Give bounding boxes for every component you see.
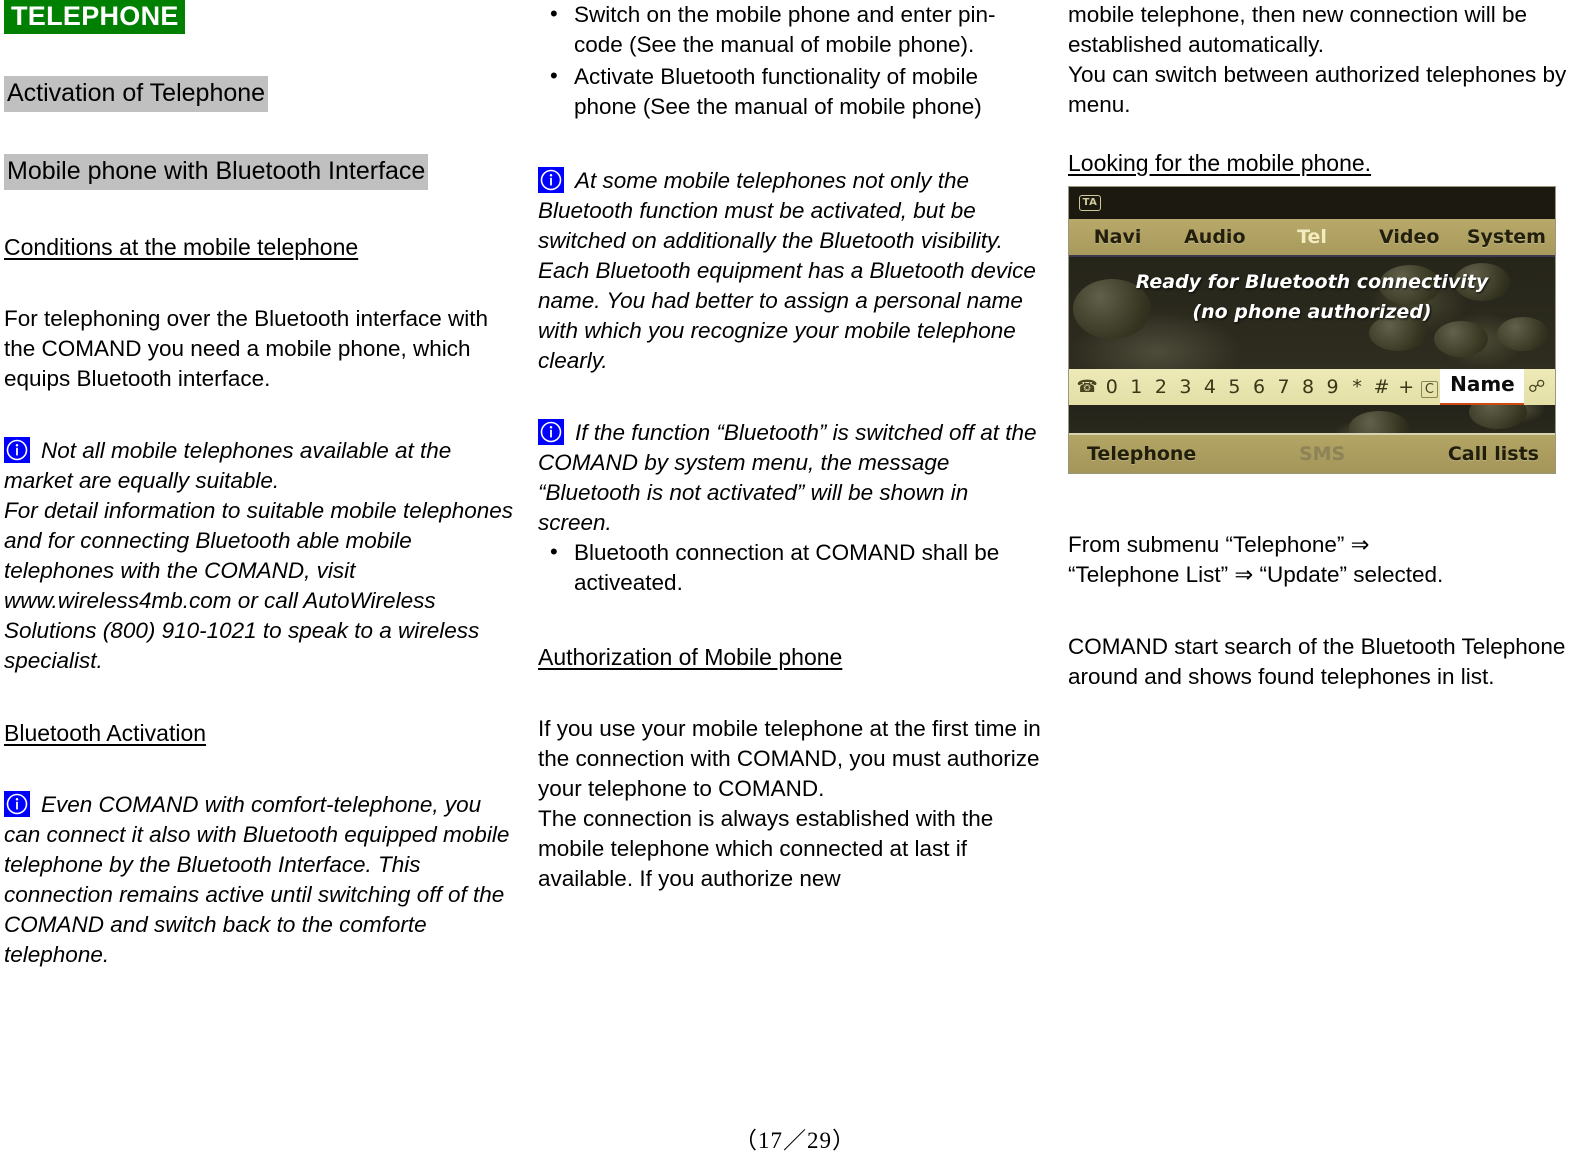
heading-conditions-at-the-mobile-telephone: Conditions at the mobile telephone xyxy=(4,234,359,260)
paragraph-continued-automatic: mobile telephone, then new connection wi… xyxy=(1068,2,1528,57)
decorative-knob xyxy=(1434,321,1488,357)
note-suitable-telephones: Not all mobile telephones available at t… xyxy=(4,436,514,496)
info-icon xyxy=(538,419,564,445)
paragraph-first-time-use: If you use your mobile telephone at the … xyxy=(538,716,1041,801)
keypad-clear-button[interactable]: C xyxy=(1418,376,1440,398)
keypad-clear-label: C xyxy=(1420,381,1438,398)
keypad-key-6[interactable]: 6 xyxy=(1247,376,1272,398)
keypad-key-1[interactable]: 1 xyxy=(1124,376,1149,398)
comand-screen-figure: TA Navi Audio Tel Video System Ready for… xyxy=(1068,186,1556,474)
left-column: TELEPHONE Activation of Telephone Mobile… xyxy=(0,0,530,970)
comand-bottom-item-call-lists[interactable]: Call lists xyxy=(1448,443,1539,465)
comand-menu-item-video[interactable]: Video xyxy=(1361,226,1458,248)
comand-menu-item-system[interactable]: System xyxy=(1458,226,1555,248)
heading-mobile-bt-wrapper: Mobile phone with Bluetooth Interface xyxy=(4,154,514,190)
keypad-key-2[interactable]: 2 xyxy=(1149,376,1174,398)
keypad-name-button[interactable]: Name xyxy=(1440,368,1525,406)
heading-conditions-wrapper: Conditions at the mobile telephone xyxy=(4,232,514,262)
comand-menu-item-navi[interactable]: Navi xyxy=(1069,226,1166,248)
call-icon[interactable]: ☍ xyxy=(1524,377,1549,397)
middle-column: Switch on the mobile phone and enter pin… xyxy=(530,0,1060,894)
document-page: TELEPHONE Activation of Telephone Mobile… xyxy=(0,0,1590,1159)
heading-looking-for-the-mobile-phone: Looking for the mobile phone. xyxy=(1068,150,1372,176)
comand-main-menu-bar: Navi Audio Tel Video System xyxy=(1069,219,1555,257)
info-icon xyxy=(4,437,30,463)
three-column-layout: TELEPHONE Activation of Telephone Mobile… xyxy=(0,0,1590,970)
note-suitable-text-1: Not all mobile telephones available at t… xyxy=(4,438,452,493)
keypad-key-star[interactable]: * xyxy=(1345,376,1370,398)
note-comfort-text: Even COMAND with comfort-telephone, you … xyxy=(4,792,510,967)
note-suitable-text-2: For detail information to suitable mobil… xyxy=(4,498,514,673)
comand-message-line-2: (no phone authorized) xyxy=(1192,301,1432,323)
list-item: Switch on the mobile phone and enter pin… xyxy=(538,0,1044,60)
comand-menu-item-audio[interactable]: Audio xyxy=(1166,226,1263,248)
ta-badge: TA xyxy=(1079,195,1101,211)
paragraph-switch-authorized: You can switch between authorized teleph… xyxy=(1068,62,1567,117)
comand-main-display-area: Ready for Bluetooth connectivity (no pho… xyxy=(1069,257,1555,369)
keypad-key-7[interactable]: 7 xyxy=(1271,376,1296,398)
paragraph-submenu-line-2: “Telephone List” ⇒ “Update” selected. xyxy=(1068,562,1444,587)
heading-bluetooth-activation: Bluetooth Activation xyxy=(4,720,207,746)
keypad-key-hash[interactable]: # xyxy=(1369,376,1394,398)
heading-mobile-phone-with-bluetooth-interface: Mobile phone with Bluetooth Interface xyxy=(4,154,429,190)
heading-looking-wrapper: Looking for the mobile phone. xyxy=(1068,148,1588,178)
heading-activation-of-telephone: Activation of Telephone xyxy=(4,76,269,112)
paragraph-requirements: For telephoning over the Bluetooth inter… xyxy=(4,306,489,391)
paragraph-connection-established: The connection is always established wit… xyxy=(538,806,994,891)
keypad-key-3[interactable]: 3 xyxy=(1173,376,1198,398)
paragraph-comand-search: COMAND start search of the Bluetooth Tel… xyxy=(1068,634,1566,689)
page-title: TELEPHONE xyxy=(4,0,185,34)
hangup-icon[interactable]: ☎ xyxy=(1075,377,1100,397)
bullet-list-bottom: Bluetooth connection at COMAND shall be … xyxy=(538,537,1044,598)
page-title-wrapper: TELEPHONE xyxy=(4,0,514,34)
keypad-key-5[interactable]: 5 xyxy=(1222,376,1247,398)
keypad-key-9[interactable]: 9 xyxy=(1320,376,1345,398)
page-number-footer: （17／29） xyxy=(734,1128,856,1153)
note-bluetooth-visibility: At some mobile telephones not only the B… xyxy=(538,166,1044,376)
comand-menu-item-tel[interactable]: Tel xyxy=(1263,226,1360,248)
note-bluetooth-switched-off-text: If the function “Bluetooth” is switched … xyxy=(538,420,1037,535)
heading-activation-wrapper: Activation of Telephone xyxy=(4,76,514,112)
comand-message-line-1: Ready for Bluetooth connectivity xyxy=(1135,271,1489,293)
keypad-key-4[interactable]: 4 xyxy=(1198,376,1223,398)
note-bluetooth-switched-off: If the function “Bluetooth” is switched … xyxy=(538,418,1044,538)
keypad-key-plus[interactable]: + xyxy=(1394,376,1419,398)
right-column: mobile telephone, then new connection wi… xyxy=(1060,0,1590,692)
note-comfort-telephone: Even COMAND with comfort-telephone, you … xyxy=(4,790,514,970)
comand-bottom-item-telephone[interactable]: Telephone xyxy=(1087,443,1196,465)
bullet-list-top: Switch on the mobile phone and enter pin… xyxy=(538,0,1044,122)
comand-status-bar: TA xyxy=(1069,187,1555,219)
keypad-key-0[interactable]: 0 xyxy=(1100,376,1125,398)
heading-bluetooth-activation-wrapper: Bluetooth Activation xyxy=(4,718,514,748)
comand-keypad-row: ☎ 0 1 2 3 4 5 6 7 8 9 * # + C Name ☍ xyxy=(1069,368,1555,406)
decorative-knob xyxy=(1469,405,1527,429)
list-item: Activate Bluetooth functionality of mobi… xyxy=(538,61,1044,122)
paragraph-submenu-line-1: From submenu “Telephone” ⇒ xyxy=(1068,532,1370,557)
info-icon xyxy=(538,167,564,193)
info-icon xyxy=(4,791,30,817)
heading-authorization-of-mobile-phone: Authorization of Mobile phone xyxy=(538,644,843,670)
list-item: Bluetooth connection at COMAND shall be … xyxy=(538,537,1044,598)
keypad-key-8[interactable]: 8 xyxy=(1296,376,1321,398)
comand-bottom-menu-bar: Telephone SMS Call lists xyxy=(1069,433,1555,473)
heading-authorization-wrapper: Authorization of Mobile phone xyxy=(538,642,1044,672)
note-bluetooth-visibility-text: At some mobile telephones not only the B… xyxy=(538,168,1036,373)
comand-bottom-item-sms[interactable]: SMS xyxy=(1196,443,1448,465)
